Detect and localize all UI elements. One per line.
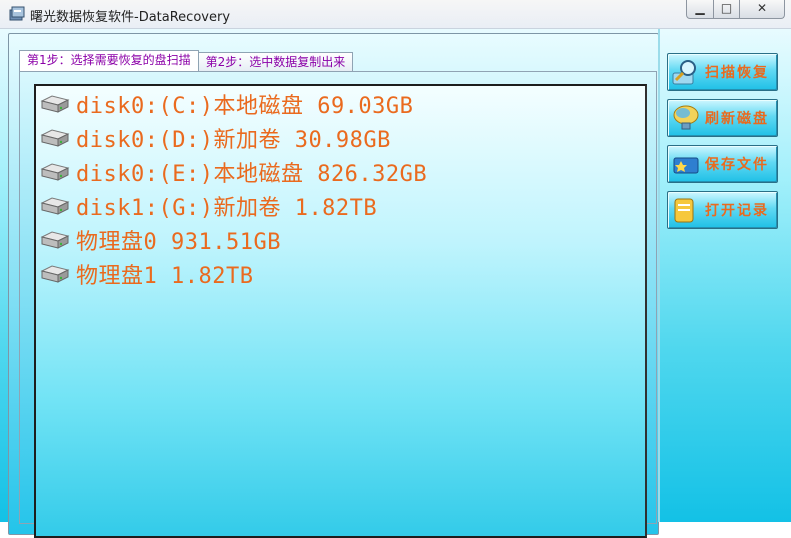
disk-label: disk0:(E:)本地磁盘 826.32GB (76, 162, 428, 187)
disk-label: 物理盘0 931.51GB (76, 230, 281, 255)
list-item-disk-d[interactable]: disk0:(D:)新加卷 30.98GB (39, 122, 391, 154)
minimize-icon: ▁ (695, 1, 705, 15)
maximize-button[interactable]: □ (714, 0, 740, 19)
close-icon: ✕ (756, 1, 768, 15)
disk-label: 物理盘1 1.82TB (76, 264, 254, 289)
window-title: 曙光数据恢复软件-DataRecovery (30, 10, 231, 25)
tab-step1[interactable]: 第1步：选择需要恢复的盘扫描 (19, 50, 199, 72)
list-item-disk-g[interactable]: disk1:(G:)新加卷 1.82TB (39, 190, 377, 222)
list-item-disk-c[interactable]: disk0:(C:)本地磁盘 69.03GB (39, 88, 413, 120)
save-folder-icon (673, 157, 699, 174)
globe-refresh-icon (673, 105, 699, 130)
disk-list[interactable]: disk0:(C:)本地磁盘 69.03GB disk0:(D:)新加卷 30.… (34, 84, 647, 538)
disk-label: disk0:(C:)本地磁盘 69.03GB (76, 94, 414, 119)
refresh-disk-button[interactable]: 刷新磁盘 (667, 99, 778, 137)
app-icon (9, 6, 25, 21)
open-record-button[interactable]: 打开记录 (667, 191, 778, 229)
open-folder-icon (674, 198, 694, 223)
maximize-icon: □ (720, 1, 733, 15)
hard-drive-icon (40, 129, 70, 147)
minimize-button[interactable]: ▁ (686, 0, 714, 19)
hard-drive-icon (40, 231, 70, 249)
hard-drive-icon (40, 265, 70, 283)
disk-label: disk0:(D:)新加卷 30.98GB (76, 128, 391, 153)
list-item-physical-1[interactable]: 物理盘1 1.82TB (39, 258, 253, 290)
scan-recover-button[interactable]: 扫描恢复 (667, 53, 778, 91)
title-bar: 曙光数据恢复软件-DataRecovery ▁ □ ✕ (0, 0, 791, 29)
hard-drive-icon (40, 197, 70, 215)
save-file-label: 保存文件 (705, 157, 769, 173)
refresh-disk-label: 刷新磁盘 (705, 111, 769, 127)
tab-step2[interactable]: 第2步：选中数据复制出来 (197, 52, 354, 72)
magnifier-icon (672, 60, 696, 85)
disk-label: disk1:(G:)新加卷 1.82TB (76, 196, 378, 221)
panel-separator (658, 29, 660, 522)
scan-recover-label: 扫描恢复 (705, 65, 769, 81)
hard-drive-icon (40, 95, 70, 113)
open-record-label: 打开记录 (705, 203, 769, 219)
list-item-physical-0[interactable]: 物理盘0 931.51GB (39, 224, 281, 256)
tab-strip: 第1步：选择需要恢复的盘扫描 第2步：选中数据复制出来 (19, 50, 354, 72)
list-item-disk-e[interactable]: disk0:(E:)本地磁盘 826.32GB (39, 156, 427, 188)
close-button[interactable]: ✕ (740, 0, 785, 19)
save-file-button[interactable]: 保存文件 (667, 145, 778, 183)
hard-drive-icon (40, 163, 70, 181)
